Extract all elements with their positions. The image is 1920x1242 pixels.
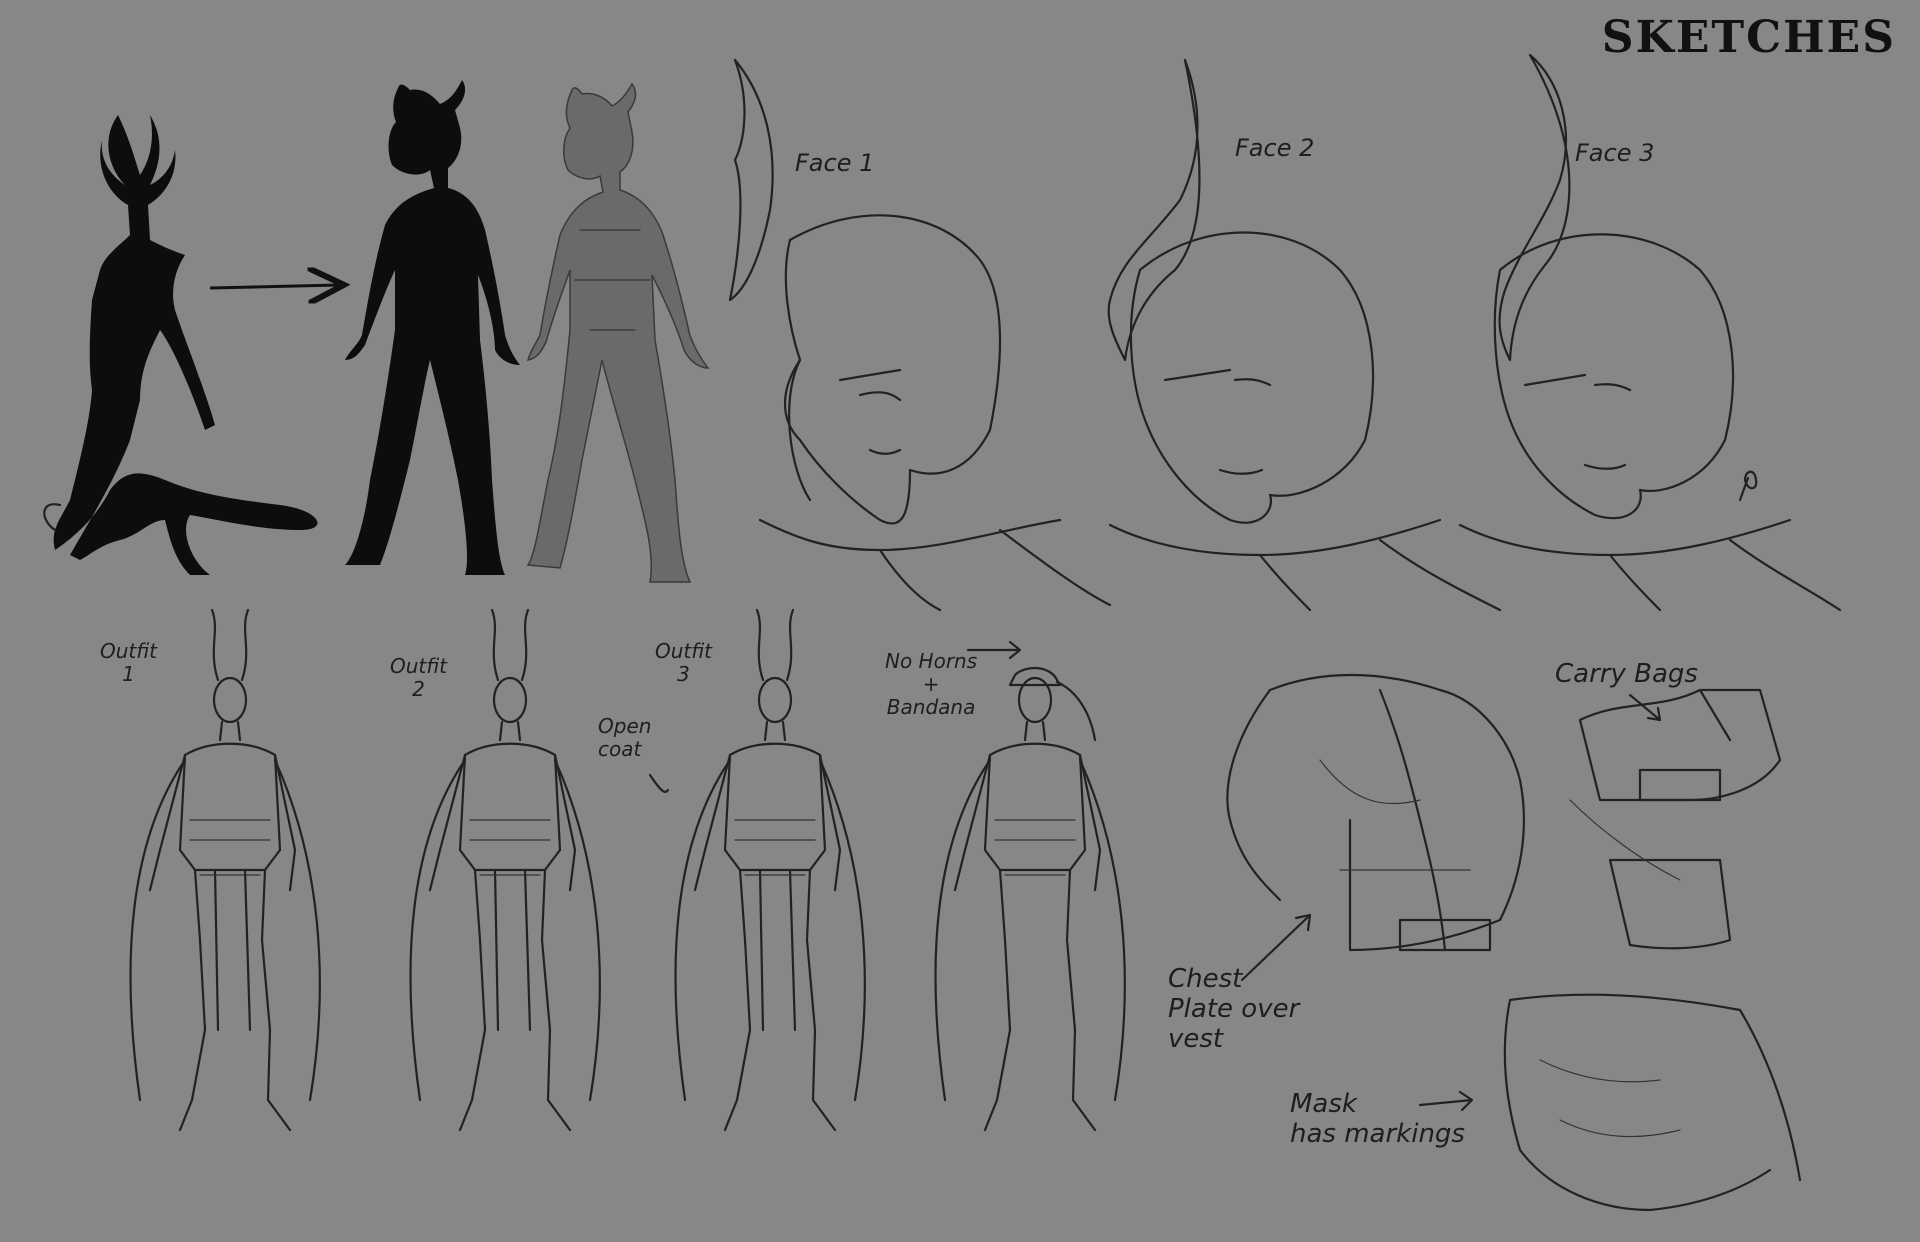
outfit-1-figure: [129, 608, 321, 1132]
outfit-3-figure: [674, 608, 866, 1132]
sketch-sheet: SKETCHES Face 1 Face 2 Face 3 Outfit 1 O…: [0, 0, 1920, 1242]
sketch-artwork: [43, 53, 1842, 1212]
no-horns-figure: [934, 667, 1126, 1132]
figure-silhouette: [345, 80, 520, 575]
face-3-label: Face 3: [1575, 139, 1655, 167]
face-1-sketch: [728, 58, 1112, 612]
outfit-2-label: Outfit 2: [390, 654, 448, 701]
mask-note: Mask has markings: [1290, 1089, 1465, 1149]
creature-silhouette: [43, 115, 318, 575]
no-horns-note: No Horns + Bandana: [885, 649, 978, 719]
chest-plate-note: Chest Plate over vest: [1168, 964, 1300, 1054]
carry-bags-arrow: [1628, 693, 1662, 722]
outfit-3-label: Outfit 3: [655, 639, 713, 686]
figure-base-sketch: [526, 82, 710, 583]
face-1-label: Face 1: [795, 149, 875, 177]
face-2-label: Face 2: [1235, 134, 1315, 162]
outfit-1-label: Outfit 1: [100, 639, 158, 686]
open-coat-arrow: [648, 773, 670, 793]
carry-bags-note: Carry Bags: [1555, 659, 1698, 689]
open-coat-note: Open coat: [598, 714, 652, 761]
evolution-arrow: [209, 285, 338, 288]
chest-plate-sketch: [1226, 673, 1525, 952]
mask-sketch: [1503, 993, 1802, 1212]
carry-bags-sketch: [1569, 688, 1782, 950]
